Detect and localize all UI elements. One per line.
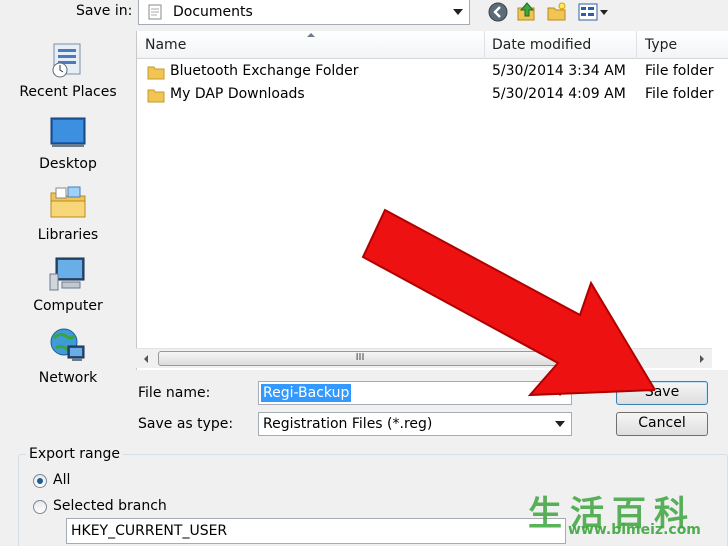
folder-icon	[147, 66, 165, 80]
scroll-left-icon[interactable]	[144, 355, 148, 363]
radio-all-label[interactable]: All	[53, 472, 70, 488]
place-label: Libraries	[37, 227, 99, 243]
radio-all[interactable]	[33, 474, 47, 488]
save-in-value: Documents	[173, 4, 253, 20]
column-header-type[interactable]: Type	[645, 37, 677, 53]
table-row[interactable]: Bluetooth Exchange Folder 5/30/2014 3:34…	[137, 61, 728, 83]
chevron-down-icon[interactable]	[555, 421, 565, 427]
column-header-date-modified[interactable]: Date modified	[492, 37, 591, 53]
save-in-dropdown[interactable]: Documents	[138, 0, 470, 25]
place-libraries[interactable]: Libraries	[0, 183, 136, 243]
file-list[interactable]: Name Date modified Type Bluetooth Exchan…	[136, 31, 728, 370]
table-row[interactable]: My DAP Downloads 5/30/2014 4:09 AM File …	[137, 84, 728, 106]
documents-icon	[148, 4, 162, 20]
scroll-right-icon[interactable]	[700, 355, 704, 363]
up-folder-icon[interactable]	[516, 1, 538, 23]
column-header-name[interactable]: Name	[145, 37, 186, 53]
file-name-label: File name:	[138, 385, 211, 401]
file-type: File folder	[645, 63, 714, 79]
save-as-type-dropdown[interactable]: Registration Files (*.reg)	[258, 412, 572, 436]
folder-icon	[147, 89, 165, 103]
place-label: Network	[38, 370, 98, 386]
save-in-label: Save in:	[76, 3, 133, 19]
computer-icon	[49, 257, 85, 291]
file-date: 5/30/2014 4:09 AM	[492, 86, 626, 102]
place-recent-places[interactable]: Recent Places	[0, 40, 136, 100]
file-name-input[interactable]: Regi-Backup	[261, 384, 352, 402]
place-label: Computer	[33, 298, 103, 314]
save-as-type-value: Registration Files (*.reg)	[263, 416, 433, 432]
export-range-legend: Export range	[26, 446, 123, 462]
desktop-icon	[50, 117, 86, 147]
file-name-field[interactable]: Regi-Backup	[258, 381, 572, 405]
file-date: 5/30/2014 3:34 AM	[492, 63, 626, 79]
watermark-url: www.bimeiz.com	[568, 522, 701, 538]
scroll-thumb[interactable]: III	[158, 351, 562, 366]
branch-input[interactable]: HKEY_CURRENT_USER	[66, 518, 566, 544]
branch-value: HKEY_CURRENT_USER	[71, 523, 228, 539]
place-network[interactable]: Network	[0, 326, 136, 386]
view-icon	[578, 3, 598, 21]
radio-selected-branch[interactable]	[33, 500, 47, 514]
back-icon[interactable]	[487, 1, 509, 23]
file-name: My DAP Downloads	[170, 86, 305, 102]
recent-places-icon	[52, 43, 81, 78]
cancel-button[interactable]: Cancel	[616, 412, 708, 436]
new-folder-icon[interactable]	[546, 1, 568, 23]
place-computer[interactable]: Computer	[0, 254, 136, 314]
list-header: Name Date modified Type	[137, 31, 728, 59]
libraries-icon	[50, 186, 86, 218]
places-bar: Recent Places Desktop Libraries Computer	[0, 28, 136, 432]
file-type: File folder	[645, 86, 714, 102]
save-button[interactable]: Save	[616, 381, 708, 405]
place-desktop[interactable]: Desktop	[0, 112, 136, 172]
file-name: Bluetooth Exchange Folder	[170, 63, 359, 79]
save-as-type-label: Save as type:	[138, 416, 234, 432]
chevron-down-icon	[453, 9, 463, 15]
place-label: Recent Places	[19, 84, 117, 100]
radio-selected-branch-label[interactable]: Selected branch	[53, 498, 167, 514]
horizontal-scrollbar[interactable]: III	[136, 348, 712, 368]
chevron-down-icon[interactable]	[555, 390, 565, 396]
sort-ascending-icon	[307, 33, 315, 37]
network-icon	[50, 328, 85, 361]
view-menu-button[interactable]	[578, 1, 610, 23]
place-label: Desktop	[39, 156, 97, 172]
chevron-down-icon	[600, 10, 608, 15]
